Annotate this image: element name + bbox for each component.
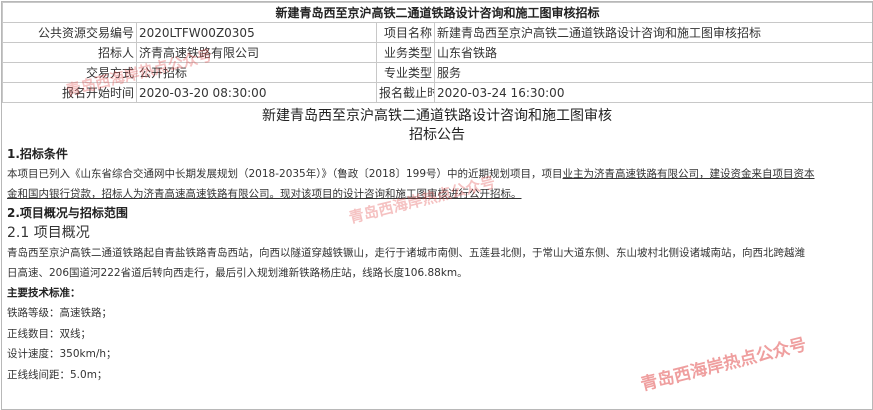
label-project-name: 项目名称 <box>376 22 435 43</box>
subsection-heading-project-overview: 2.1 项目概况 <box>7 225 90 241</box>
page-frame: 新建青岛西至京沪高铁二通道铁路设计咨询和施工图审核招标 公共资源交易编号 202… <box>1 1 873 410</box>
value-tenderer: 济青高速铁路有限公司 <box>136 42 377 63</box>
technical-standards-heading: 主要技术标准： <box>7 287 81 299</box>
value-signup-start: 2020-03-20 08:30:00 <box>136 82 377 103</box>
section-heading-tender-conditions: 1.招标条件 <box>7 147 68 161</box>
label-tenderer: 招标人 <box>2 42 137 63</box>
value-specialty-type: 服务 <box>433 62 872 83</box>
value-project-name: 新建青岛西至京沪高铁二通道铁路设计咨询和施工图审核招标 <box>433 22 872 43</box>
paragraph-text-underlined: 业主为济青高速铁路有限公司，建设资金来自项目资本 <box>562 168 815 180</box>
paragraph-text: 本项目已列入《山东省综合交通网中长期发展规划（2018-2035年）》（鲁政〔2… <box>7 168 563 180</box>
project-info-table: 新建青岛西至京沪高铁二通道铁路设计咨询和施工图审核招标 公共资源交易编号 202… <box>2 2 872 103</box>
table-row: 招标人 济青高速铁路有限公司 业务类型 山东省铁路 <box>2 42 872 63</box>
table-title-row: 新建青岛西至京沪高铁二通道铁路设计咨询和施工图审核招标 <box>2 2 872 23</box>
project-overview-paragraph: 青岛西至京沪高铁二通道铁路起自青盐铁路青岛西站，向西以隧道穿越铁镢山，走行于诸城… <box>7 243 870 283</box>
paragraph-text: 青岛西至京沪高铁二通道铁路起自青盐铁路青岛西站，向西以隧道穿越铁镢山，走行于诸城… <box>7 247 805 259</box>
page-title: 新建青岛西至京沪高铁二通道铁路设计咨询和施工图审核招标 <box>2 2 872 23</box>
label-specialty-type: 专业类型 <box>376 62 435 83</box>
label-trade-code: 公共资源交易编号 <box>2 22 137 43</box>
label-trade-method: 交易方式 <box>2 62 137 83</box>
paragraph-text-underlined: 金和国内银行贷款，招标人为济青高速高速铁路有限公司。现对该项目的设计咨询和施工图… <box>7 188 522 200</box>
label-signup-start: 报名开始时间 <box>2 82 137 103</box>
section-heading-overview: 2.项目概况与招标范围 <box>7 206 128 220</box>
table-row: 交易方式 公开招标 专业类型 服务 <box>2 62 872 83</box>
label-signup-end: 报名截止时间 <box>376 82 435 103</box>
announcement-body: 新建青岛西至京沪高铁二通道铁路设计咨询和施工图审核 招标公告 1.招标条件 本项… <box>2 107 872 385</box>
value-business-type: 山东省铁路 <box>433 42 872 63</box>
value-trade-method: 公开招标 <box>136 62 377 83</box>
announcement-subtitle: 招标公告 <box>409 127 465 143</box>
list-item: 铁路等级：高速铁路； <box>7 307 112 319</box>
table-row: 报名开始时间 2020-03-20 08:30:00 报名截止时间 2020-0… <box>2 82 872 103</box>
value-signup-end: 2020-03-24 16:30:00 <box>433 82 872 103</box>
label-business-type: 业务类型 <box>376 42 435 63</box>
list-item: 正线数目：双线； <box>7 327 91 340</box>
announcement-title: 新建青岛西至京沪高铁二通道铁路设计咨询和施工图审核 <box>262 108 612 124</box>
list-item: 设计速度：350km/h； <box>7 348 117 360</box>
table-row: 公共资源交易编号 2020LTFW00Z0305 项目名称 新建青岛西至京沪高铁… <box>2 22 872 43</box>
tender-conditions-paragraph: 本项目已列入《山东省综合交通网中长期发展规划（2018-2035年）》（鲁政〔2… <box>7 164 870 204</box>
paragraph-text: 日高速、206国道河222省道后转向西走行，最后引入规划潍新铁路杨庄站，线路长度… <box>7 267 468 279</box>
list-item: 正线线间距：5.0m； <box>7 368 108 381</box>
value-trade-code: 2020LTFW00Z0305 <box>136 22 377 43</box>
